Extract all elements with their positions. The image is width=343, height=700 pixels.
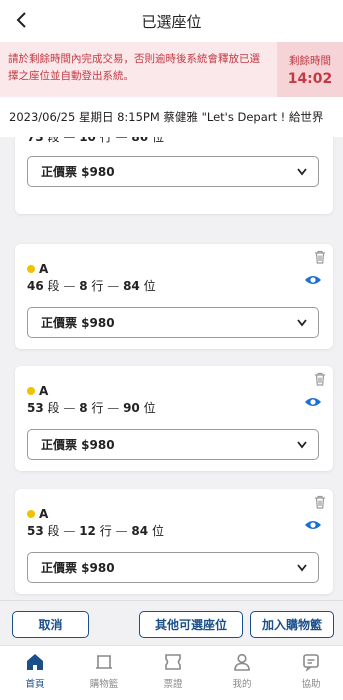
zone-dot bbox=[27, 265, 35, 273]
trash-icon[interactable] bbox=[314, 495, 326, 509]
seat-card: A 53 段 — 12 行 — 84 位 正價票 $980 bbox=[15, 489, 333, 594]
zone-label: A bbox=[27, 507, 48, 521]
seat-position: 53 段 — 12 行 — 84 位 bbox=[27, 524, 164, 538]
back-button[interactable] bbox=[10, 9, 32, 31]
chevron-down-icon bbox=[297, 319, 307, 327]
cancel-button[interactable]: 取消 bbox=[12, 611, 89, 638]
tab-ticket[interactable]: 票證 bbox=[148, 652, 198, 697]
help-icon bbox=[303, 654, 319, 672]
zone-label: A bbox=[27, 262, 48, 276]
seat-list[interactable]: A 73 段 — 10 行 — 86 位 正價票 $980 A 46 段 — 8… bbox=[0, 137, 343, 600]
countdown-label: 剩餘時間 bbox=[289, 54, 331, 67]
action-bar: 取消 其他可選座位 加入購物籃 bbox=[0, 600, 343, 645]
seat-card: A 46 段 — 8 行 — 84 位 正價票 $980 bbox=[15, 244, 333, 349]
countdown-value: 14:02 bbox=[287, 70, 333, 87]
tab-help[interactable]: 協助 bbox=[286, 652, 336, 697]
trash-icon[interactable] bbox=[314, 372, 326, 386]
eye-icon[interactable] bbox=[304, 519, 322, 531]
chevron-down-icon bbox=[297, 564, 307, 572]
tab-basket[interactable]: 購物籃 bbox=[79, 652, 129, 697]
chevron-down-icon bbox=[297, 168, 307, 176]
top-bar: 已選座位 bbox=[0, 0, 343, 42]
ticket-type-select[interactable]: 正價票 $980 bbox=[27, 307, 319, 338]
ticket-type-select[interactable]: 正價票 $980 bbox=[27, 552, 319, 583]
zone-dot bbox=[27, 387, 35, 395]
event-info: 2023/06/25 星期日 8:15PM 蔡健雅 "Let's Depart … bbox=[0, 97, 343, 137]
zone-label: A bbox=[27, 384, 48, 398]
ticket-icon bbox=[165, 654, 181, 670]
seat-card: A 53 段 — 8 行 — 90 位 正價票 $980 bbox=[15, 366, 333, 471]
seat-position: 46 段 — 8 行 — 84 位 bbox=[27, 279, 156, 293]
tab-profile[interactable]: 我的 bbox=[217, 652, 267, 697]
home-icon bbox=[27, 654, 43, 670]
seat-position: 53 段 — 8 行 — 90 位 bbox=[27, 401, 156, 415]
other-seats-button[interactable]: 其他可選座位 bbox=[139, 611, 243, 638]
eye-icon[interactable] bbox=[304, 274, 322, 286]
timeout-warning: 請於剩餘時間內完成交易，否則逾時後系統會釋放已選擇之座位並自動登出系統。 剩餘時… bbox=[0, 42, 343, 97]
tab-home[interactable]: 首頁 bbox=[10, 652, 60, 697]
eye-icon[interactable] bbox=[304, 396, 322, 408]
trash-icon[interactable] bbox=[314, 250, 326, 264]
seat-position: 73 段 — 10 行 — 86 位 bbox=[27, 137, 164, 144]
countdown-box: 剩餘時間 14:02 bbox=[277, 42, 343, 97]
basket-icon bbox=[96, 655, 112, 669]
user-icon bbox=[234, 653, 250, 671]
warning-message: 請於剩餘時間內完成交易，否則逾時後系統會釋放已選擇之座位並自動登出系統。 bbox=[8, 53, 260, 82]
bottom-tab-bar: 首頁 購物籃 票證 我的 協助 bbox=[0, 645, 343, 700]
ticket-type-select[interactable]: 正價票 $980 bbox=[27, 156, 319, 187]
page-title: 已選座位 bbox=[141, 12, 202, 31]
chevron-down-icon bbox=[297, 441, 307, 449]
chevron-left-icon bbox=[16, 12, 26, 28]
add-to-cart-button[interactable]: 加入購物籃 bbox=[250, 611, 334, 638]
ticket-type-select[interactable]: 正價票 $980 bbox=[27, 429, 319, 460]
zone-dot bbox=[27, 510, 35, 518]
seat-card: A 73 段 — 10 行 — 86 位 正價票 $980 bbox=[15, 137, 333, 214]
